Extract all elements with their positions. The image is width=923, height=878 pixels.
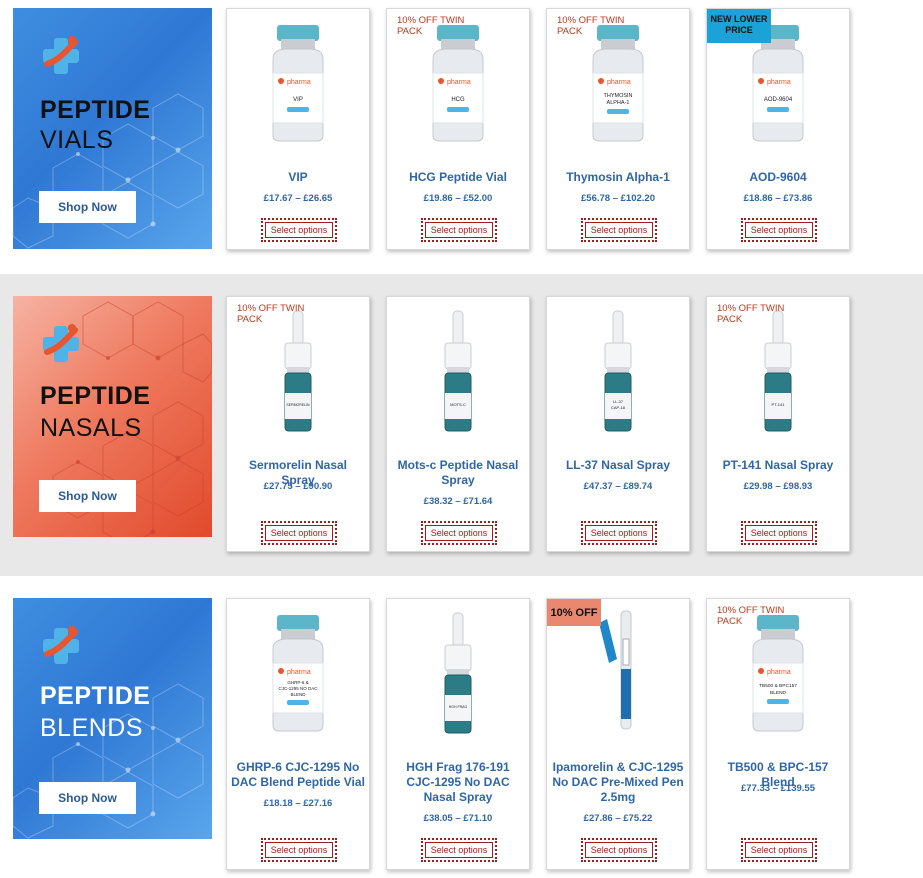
select-options-button[interactable]: Select options xyxy=(741,218,817,242)
product-card-ghrp6-blend[interactable]: pharma GHRP-6 & CJC-1295 NO DAC BLEND GH… xyxy=(226,598,370,870)
product-card-thymosin[interactable]: pharma THYMOSIN ALPHA-1 10% OFF TWIN PAC… xyxy=(546,8,690,250)
product-price: £19.86 – £52.00 xyxy=(423,193,493,204)
product-price: £38.32 – £71.64 xyxy=(423,496,493,507)
cross-logo-icon xyxy=(43,324,79,362)
nasals-banner[interactable]: PEPTIDE NASALS Shop Now xyxy=(13,296,212,537)
svg-text:BLEND: BLEND xyxy=(770,690,787,696)
banner-title: PEPTIDE xyxy=(40,682,151,710)
select-options-button[interactable]: Select options xyxy=(581,218,657,242)
select-options-button[interactable]: Select options xyxy=(261,218,337,242)
nasal-spray-image: LL-37 CAP-18 xyxy=(604,310,632,432)
discount-badge: 10% OFF TWIN PACK xyxy=(717,605,785,627)
svg-text:AOD-9604: AOD-9604 xyxy=(764,97,793,103)
svg-text:pharma: pharma xyxy=(287,669,311,676)
product-card-vip[interactable]: pharma VIP VIP £17.67 – £26.65 Select op… xyxy=(226,8,370,250)
svg-text:pharma: pharma xyxy=(607,79,631,86)
new-price-badge: NEW LOWER PRICE xyxy=(707,9,771,43)
select-options-button[interactable]: Select options xyxy=(581,521,657,545)
product-price: £77.33 – £139.55 xyxy=(741,783,815,794)
product-card-ll37[interactable]: LL-37 CAP-18 LL-37 Nasal Spray £47.37 – … xyxy=(546,296,690,552)
product-name[interactable]: LL-37 Nasal Spray xyxy=(551,458,685,473)
product-card-hcg[interactable]: pharma HCG 10% OFF TWIN PACK HCG Peptide… xyxy=(386,8,530,250)
product-name[interactable]: Mots-c Peptide Nasal Spray xyxy=(391,458,525,488)
vial-image: pharma VIP xyxy=(272,25,324,142)
blends-banner[interactable]: PEPTIDE BLENDS Shop Now xyxy=(13,598,212,839)
discount-badge: 10% OFF TWIN PACK xyxy=(557,15,625,37)
svg-text:CAP-18: CAP-18 xyxy=(611,405,626,410)
svg-text:ALPHA-1: ALPHA-1 xyxy=(607,100,630,106)
product-card-ipamorelin-pen[interactable]: 10% OFF Ipamorelin & CJC-1295 No DAC Pre… xyxy=(546,598,690,870)
cross-logo-icon xyxy=(43,36,79,74)
select-options-button[interactable]: Select options xyxy=(261,838,337,862)
svg-text:pharma: pharma xyxy=(447,79,471,86)
product-card-hgh-frag[interactable]: HGH FRAG HGH Frag 176-191 CJC-1295 No DA… xyxy=(386,598,530,870)
product-card-pt141[interactable]: PT-141 10% OFF TWIN PACK PT-141 Nasal Sp… xyxy=(706,296,850,552)
product-price: £56.78 – £102.20 xyxy=(581,193,655,204)
svg-text:CJC-1295 NO DAC: CJC-1295 NO DAC xyxy=(278,686,318,691)
nasals-section: PEPTIDE NASALS Shop Now SERMORELIN 10% O… xyxy=(0,274,923,576)
product-price: £29.98 – £98.93 xyxy=(743,481,813,492)
select-options-button[interactable]: Select options xyxy=(421,838,497,862)
vials-banner[interactable]: PEPTIDE VIALS Shop Now xyxy=(13,8,212,249)
svg-text:LL-37: LL-37 xyxy=(613,399,624,404)
product-price: £38.05 – £71.10 xyxy=(423,813,493,824)
svg-text:THYMOSIN: THYMOSIN xyxy=(603,93,632,99)
select-options-button[interactable]: Select options xyxy=(261,521,337,545)
svg-text:SERMORELIN: SERMORELIN xyxy=(286,403,310,407)
product-price: £18.86 – £73.86 xyxy=(743,193,813,204)
discount-badge: 10% OFF TWIN PACK xyxy=(397,15,465,37)
svg-text:BLEND: BLEND xyxy=(290,692,306,697)
nasal-spray-image: MOTS-C xyxy=(444,310,472,432)
banner-title: PEPTIDE xyxy=(40,96,151,124)
product-name[interactable]: HGH Frag 176-191 CJC-1295 No DAC Nasal S… xyxy=(391,760,525,805)
svg-text:PT-141: PT-141 xyxy=(772,402,786,407)
product-price: £47.37 – £89.74 xyxy=(583,481,653,492)
svg-text:HGH FRAG: HGH FRAG xyxy=(449,705,468,709)
product-name[interactable]: VIP xyxy=(231,170,365,185)
product-price: £27.75 – £90.90 xyxy=(263,481,333,492)
svg-text:pharma: pharma xyxy=(767,79,791,86)
vials-section: PEPTIDE VIALS Shop Now pharma VIP VIP £1… xyxy=(0,0,923,265)
vial-image: pharma GHRP-6 & CJC-1295 NO DAC BLEND xyxy=(272,615,324,732)
banner-subtitle: NASALS xyxy=(40,414,142,442)
product-name[interactable]: AOD-9604 xyxy=(711,170,845,185)
svg-text:MOTS-C: MOTS-C xyxy=(450,402,466,407)
svg-text:pharma: pharma xyxy=(287,79,311,86)
select-options-button[interactable]: Select options xyxy=(581,838,657,862)
cross-logo-icon xyxy=(43,626,79,664)
banner-title: PEPTIDE xyxy=(40,382,151,410)
select-options-button[interactable]: Select options xyxy=(741,521,817,545)
select-options-button[interactable]: Select options xyxy=(421,521,497,545)
discount-badge: 10% OFF xyxy=(547,599,601,626)
product-card-sermorelin[interactable]: SERMORELIN 10% OFF TWIN PACK Sermorelin … xyxy=(226,296,370,552)
discount-badge: 10% OFF TWIN PACK xyxy=(237,303,305,325)
product-price: £17.67 – £26.65 xyxy=(263,193,333,204)
product-name[interactable]: Thymosin Alpha-1 xyxy=(551,170,685,185)
banner-subtitle: VIALS xyxy=(40,126,114,154)
blends-section: PEPTIDE BLENDS Shop Now pharma GHRP-6 & … xyxy=(0,576,923,878)
svg-text:TB500 & BPC157: TB500 & BPC157 xyxy=(759,683,797,689)
discount-badge: 10% OFF TWIN PACK xyxy=(717,303,785,325)
product-name[interactable]: HCG Peptide Vial xyxy=(391,170,525,185)
svg-text:pharma: pharma xyxy=(767,669,791,676)
product-card-aod[interactable]: pharma AOD-9604 NEW LOWER PRICE AOD-9604… xyxy=(706,8,850,250)
svg-text:GHRP-6 &: GHRP-6 & xyxy=(287,680,308,685)
select-options-button[interactable]: Select options xyxy=(741,838,817,862)
product-price: £27.86 – £75.22 xyxy=(583,813,653,824)
select-options-button[interactable]: Select options xyxy=(421,218,497,242)
shop-now-button[interactable]: Shop Now xyxy=(39,782,136,814)
nasal-spray-image: HGH FRAG xyxy=(444,612,472,734)
product-card-tb500-bpc157[interactable]: pharma TB500 & BPC157 BLEND 10% OFF TWIN… xyxy=(706,598,850,870)
svg-text:VIP: VIP xyxy=(293,97,303,103)
product-price: £18.18 – £27.16 xyxy=(263,798,333,809)
product-name[interactable]: GHRP-6 CJC-1295 No DAC Blend Peptide Via… xyxy=(231,760,365,790)
svg-text:HCG: HCG xyxy=(451,97,465,103)
product-name[interactable]: Ipamorelin & CJC-1295 No DAC Pre-Mixed P… xyxy=(551,760,685,805)
product-card-motsc[interactable]: MOTS-C Mots-c Peptide Nasal Spray £38.32… xyxy=(386,296,530,552)
shop-now-button[interactable]: Shop Now xyxy=(39,191,136,223)
banner-subtitle: BLENDS xyxy=(40,714,144,742)
product-name[interactable]: PT-141 Nasal Spray xyxy=(711,458,845,473)
shop-now-button[interactable]: Shop Now xyxy=(39,480,136,512)
